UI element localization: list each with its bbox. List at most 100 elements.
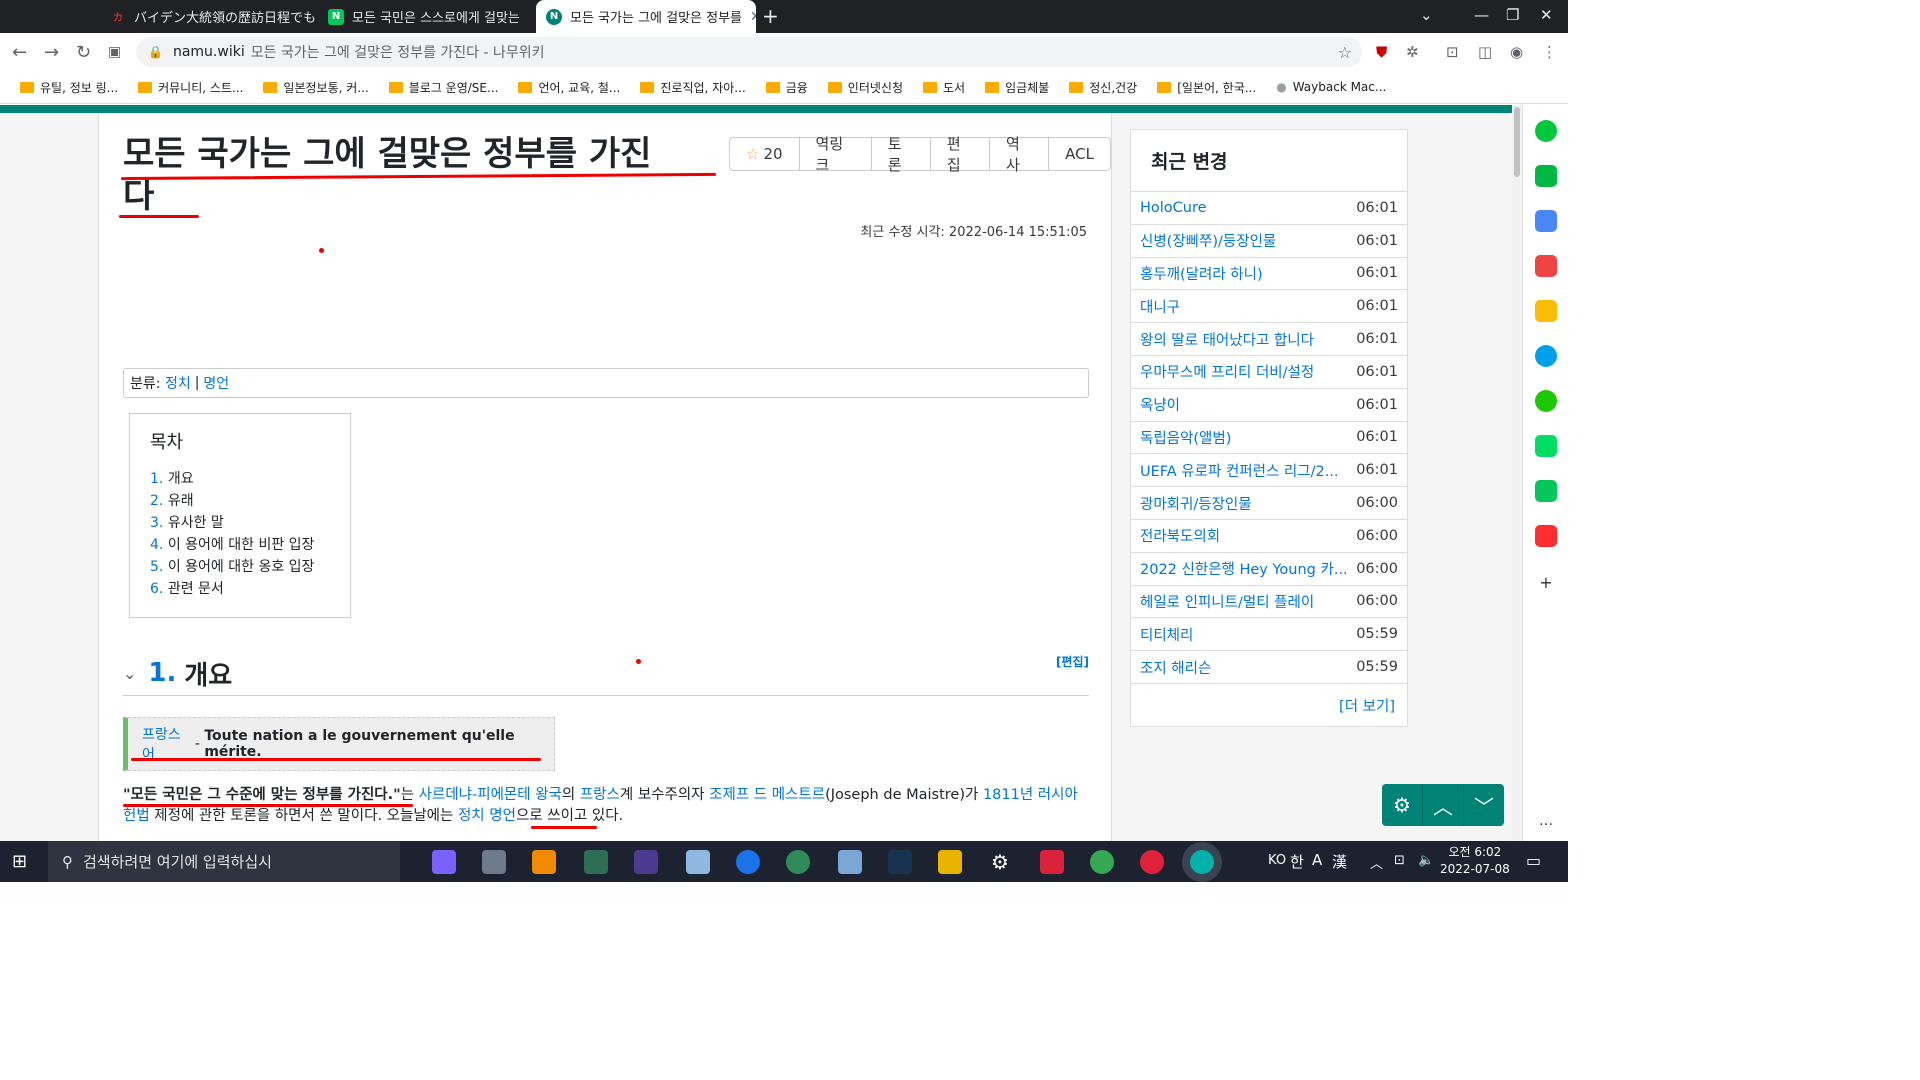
edge-icon[interactable] — [888, 850, 912, 874]
bookmark-folder[interactable]: [일본어, 한국... — [1157, 79, 1256, 96]
acl-button[interactable]: ACL — [1048, 138, 1110, 170]
forward-icon[interactable]: → — [44, 42, 59, 63]
ime-alpha[interactable]: A — [1312, 851, 1322, 869]
ime-hanja[interactable]: 漢 — [1332, 851, 1347, 872]
wallet-icon[interactable] — [1535, 210, 1557, 232]
recent-link[interactable]: 우마무스메 프리티 더비/설정 — [1140, 361, 1314, 382]
tab-2[interactable]: N 모든 국민은 스스로에게 걸맞는 — [318, 0, 533, 33]
papago-icon[interactable] — [1535, 345, 1557, 367]
recent-link[interactable]: 전라북도의회 — [1140, 525, 1220, 546]
bookmark-folder[interactable]: 정신,건강 — [1069, 79, 1137, 96]
para-link[interactable]: 프랑스 — [580, 787, 620, 803]
recent-link[interactable]: 대니구 — [1140, 296, 1180, 317]
calculator-icon[interactable] — [482, 850, 506, 874]
recent-link[interactable]: 왕의 딸로 태어났다고 합니다 — [1140, 329, 1314, 350]
para-link[interactable]: 정치 명언 — [458, 808, 516, 824]
backlink-button[interactable]: 역링크 — [798, 135, 871, 174]
app-icon[interactable] — [1140, 850, 1164, 874]
profile-icon[interactable]: ◉ — [1510, 43, 1523, 61]
category-link[interactable]: 명언 — [203, 373, 229, 393]
recent-link[interactable]: 옥냥이 — [1140, 394, 1180, 415]
favorite-star-icon[interactable] — [1535, 300, 1557, 322]
more-link[interactable]: [더 보기] — [1339, 695, 1395, 716]
settings-gear-icon[interactable]: ⚙ — [1382, 784, 1422, 826]
minimize-button[interactable]: — — [1474, 6, 1489, 24]
tab-1[interactable]: カ バイデン大統領の歴訪日程でも日 — [100, 0, 315, 33]
notes-icon[interactable] — [686, 850, 710, 874]
app-icon[interactable] — [432, 850, 456, 874]
now-icon[interactable] — [1535, 525, 1557, 547]
list-item[interactable]: HoloCure 06:01 — [1131, 192, 1407, 225]
more-icon[interactable]: … — [1535, 810, 1557, 832]
toc-num[interactable]: 4. — [150, 537, 163, 553]
app-icon[interactable] — [736, 850, 760, 874]
scrollbar-thumb[interactable] — [1514, 107, 1520, 177]
recent-link[interactable]: 2022 신한은행 Hey Young 카... — [1140, 558, 1348, 579]
list-item[interactable]: 신병(장삐쭈)/등장인물 06:01 — [1131, 225, 1407, 258]
history-button[interactable]: 역사 — [989, 135, 1048, 174]
list-item[interactable]: 광마회귀/등장인물 06:00 — [1131, 487, 1407, 520]
chrome-icon[interactable] — [1090, 850, 1114, 874]
settings-icon[interactable]: ⚙ — [988, 850, 1012, 874]
recent-link[interactable]: 티티체리 — [1140, 624, 1193, 645]
notification-icon[interactable]: ▭ — [1526, 851, 1541, 870]
pocket-icon[interactable] — [1535, 255, 1557, 277]
section-edit-link[interactable]: [편집] — [1056, 653, 1089, 670]
green-circle-icon[interactable] — [1535, 120, 1557, 142]
taskbar-search[interactable]: ⚲ 검색하려면 여기에 입력하십시 — [48, 841, 400, 882]
bookmark-folder[interactable]: 금융 — [765, 79, 808, 96]
list-item[interactable]: 티티체리 05:59 — [1131, 618, 1407, 652]
page-scrollbar[interactable] — [1512, 105, 1522, 841]
para-link[interactable]: 사르데냐-피에몬테 왕국 — [419, 787, 562, 803]
scroll-up-icon[interactable]: ︿ — [1422, 784, 1463, 826]
toc-item[interactable]: 3. 유사한 말 — [150, 512, 330, 534]
recent-link[interactable]: UEFA 유로파 컨퍼런스 리그/2... — [1140, 460, 1339, 481]
app-icon[interactable] — [838, 850, 862, 874]
volume-icon[interactable]: 🔈 — [1418, 853, 1434, 868]
ublock-icon[interactable]: ⛊ — [1376, 43, 1387, 61]
reload-icon[interactable]: ↻ — [76, 42, 91, 63]
ime-hangul[interactable]: 한 — [1290, 851, 1304, 872]
ime-lang[interactable]: KO — [1268, 853, 1286, 868]
close-window-button[interactable]: ✕ — [1540, 6, 1553, 24]
discuss-button[interactable]: 토론 — [870, 135, 930, 174]
toc-num[interactable]: 5. — [150, 559, 163, 575]
toc-item[interactable]: 4. 이 용어에 대한 비판 입장 — [150, 534, 330, 556]
toc-item[interactable]: 5. 이 용어에 대한 옹호 입장 — [150, 556, 330, 578]
para-link[interactable]: 조제프 드 메스트르 — [709, 787, 825, 803]
capture-icon[interactable]: ⊡ — [1446, 43, 1459, 61]
section-heading[interactable]: ⌄ 1. 개요 [편집] — [123, 651, 1089, 696]
file-explorer-icon[interactable] — [938, 850, 962, 874]
recent-link[interactable]: 홍두깨(달려라 하니) — [1140, 263, 1263, 284]
list-item[interactable]: 우마무스메 프리티 더비/설정 06:01 — [1131, 356, 1407, 389]
new-tab-button[interactable]: + — [762, 4, 779, 28]
list-item[interactable]: 왕의 딸로 태어났다고 합니다 06:01 — [1131, 323, 1407, 356]
globe-app-icon[interactable] — [584, 850, 608, 874]
list-item[interactable]: 홍두깨(달려라 하니) 06:01 — [1131, 258, 1407, 291]
list-item[interactable]: 헤일로 인피니트/멀티 플레이 06:00 — [1131, 586, 1407, 619]
category-link[interactable]: 정치 — [165, 373, 191, 393]
scroll-down-icon[interactable]: ﹀ — [1463, 784, 1504, 826]
bookmark-star-icon[interactable]: ☆ — [1338, 43, 1352, 62]
search-app-icon[interactable] — [532, 850, 556, 874]
list-item[interactable]: 전라북도의회 06:00 — [1131, 520, 1407, 553]
list-item[interactable]: 옥냥이 06:01 — [1131, 389, 1407, 422]
toc-item[interactable]: 2. 유래 — [150, 490, 330, 512]
tray-chevron-icon[interactable]: ︿ — [1370, 853, 1383, 872]
para-link[interactable]: 1811년 — [983, 787, 1033, 803]
whale-icon[interactable] — [1190, 850, 1214, 874]
bookmark-folder[interactable]: 블로그 운영/SE... — [388, 79, 498, 96]
recent-link[interactable]: 헤일로 인피니트/멀티 플레이 — [1140, 591, 1314, 612]
menu-icon[interactable]: ⋮ — [1542, 43, 1557, 61]
clock[interactable]: 오전 6:02 2022-07-08 — [1440, 844, 1510, 878]
toc-num[interactable]: 6. — [150, 581, 163, 597]
toc-item[interactable]: 1. 개요 — [150, 468, 330, 490]
list-item[interactable]: 2022 신한은행 Hey Young 카... 06:00 — [1131, 553, 1407, 586]
naver-square-icon[interactable] — [1535, 480, 1557, 502]
url-field[interactable]: 🔒 namu.wiki 모든 국가는 그에 걸맞은 정부를 가진다 - 나무위키… — [136, 37, 1362, 67]
extensions-icon[interactable]: ✲ — [1406, 43, 1419, 61]
tab-active[interactable]: N 모든 국가는 그에 걸맞은 정부를 ✕ — [536, 0, 756, 33]
recent-link[interactable]: 광마회귀/등장인물 — [1140, 493, 1252, 514]
network-icon[interactable]: ⊡ — [1394, 853, 1405, 868]
bookmark-link[interactable]: ● Wayback Mac... — [1276, 80, 1386, 94]
